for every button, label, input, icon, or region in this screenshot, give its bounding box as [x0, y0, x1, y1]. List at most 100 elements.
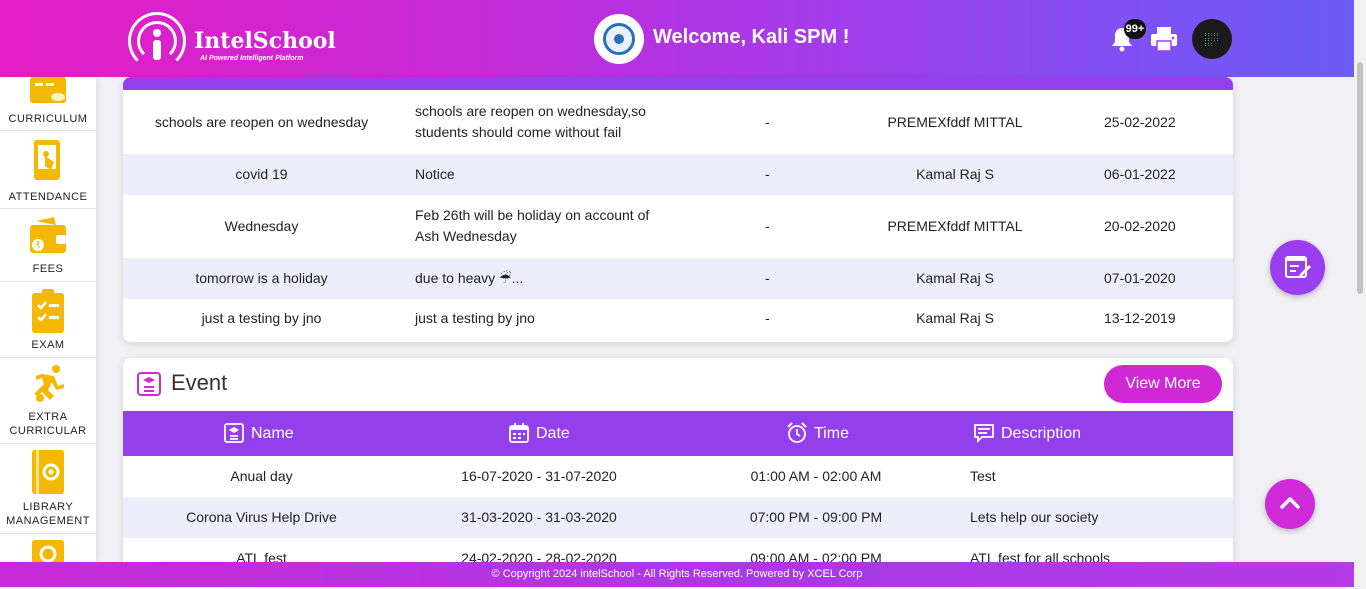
copyright-text: © Copyright 2024 intelSchool - All Right… — [491, 568, 863, 580]
event-section-title: Event — [171, 370, 228, 395]
curriculum-icon — [30, 77, 66, 103]
logo-stem — [153, 40, 161, 60]
event-description: Test — [970, 468, 996, 484]
notice-description-line1: Feb 26th will be holiday on account of — [415, 207, 650, 223]
notice-date: 07-01-2020 — [1104, 270, 1176, 286]
sidebar-label: ATTENDANCE — [8, 191, 88, 203]
notice-attachment: - — [765, 166, 770, 182]
notice-description-line1: schools are reopen on wednesday,so — [415, 103, 646, 119]
brand-tagline: AI Powered Intelligent Platform — [200, 55, 304, 62]
sidebar-item-exam[interactable]: EXAM — [0, 282, 96, 358]
notice-attachment: - — [765, 310, 770, 326]
column-header-time[interactable]: Time — [786, 411, 966, 456]
calendar-icon — [509, 423, 529, 443]
notice-date: 25-02-2022 — [1104, 114, 1176, 130]
exam-icon — [32, 289, 64, 333]
column-header-description[interactable]: Description — [973, 411, 1173, 456]
event-name: Corona Virus Help Drive — [186, 509, 337, 525]
column-label: Name — [251, 425, 294, 442]
sidebar-label: CURRICULUM — [8, 113, 88, 125]
notice-attachment: - — [765, 218, 770, 234]
table-row[interactable]: covid 19 Notice - Kamal Raj S 06-01-2022 — [123, 154, 1233, 195]
footer: © Copyright 2024 intelSchool - All Right… — [0, 562, 1354, 587]
message-icon — [974, 424, 994, 444]
notice-date: 20-02-2020 — [1104, 218, 1176, 234]
edit-note-button[interactable] — [1270, 240, 1325, 295]
notice-board-card: schools are reopen on wednesday schools … — [123, 77, 1233, 342]
attendance-icon — [34, 140, 60, 180]
notice-posted-by: PREMEXfddf MITTAL — [887, 114, 1023, 130]
sidebar: CURRICULUM ATTENDANCE ₹ FEES EXAM EXTRA … — [0, 77, 96, 562]
event-date: 16-07-2020 - 31-07-2020 — [461, 468, 617, 484]
event-card: Event View More Name Date Time Descripti… — [123, 358, 1233, 578]
table-row[interactable]: Wednesday Feb 26th will be holiday on ac… — [123, 195, 1233, 258]
column-label: Date — [536, 425, 570, 442]
column-header-date[interactable]: Date — [508, 411, 688, 456]
scroll-to-top-button[interactable] — [1265, 479, 1315, 529]
table-row[interactable]: tomorrow is a holiday due to heavy ☔... … — [123, 258, 1233, 299]
printer-icon[interactable] — [1149, 24, 1179, 54]
table-row[interactable]: schools are reopen on wednesday schools … — [123, 90, 1233, 154]
notice-description-line2: Ash Wednesday — [415, 228, 517, 244]
notice-posted-by: Kamal Raj S — [916, 166, 994, 182]
sidebar-item-library-management[interactable]: LIBRARY MANAGEMENT — [0, 444, 96, 534]
sidebar-label-line1: LIBRARY — [22, 501, 74, 513]
user-avatar[interactable]: ::::: :::::::: — [1192, 19, 1232, 59]
view-more-button[interactable]: View More — [1104, 365, 1222, 403]
table-row[interactable]: Anual day 16-07-2020 - 31-07-2020 01:00 … — [123, 456, 1233, 497]
notice-table-header — [123, 77, 1233, 90]
top-header: IntelSchool AI Powered Intelligent Platf… — [0, 0, 1354, 77]
edit-note-icon — [1285, 256, 1311, 278]
table-row[interactable]: Corona Virus Help Drive 31-03-2020 - 31-… — [123, 497, 1233, 538]
sidebar-label-line2: CURRICULAR — [9, 425, 87, 437]
sidebar-item-curriculum[interactable]: CURRICULUM — [0, 77, 96, 131]
notice-description-line1: Notice — [415, 166, 455, 182]
sidebar-item-extra-curricular[interactable]: EXTRA CURRICULAR — [0, 358, 96, 444]
sidebar-label: EXAM — [31, 339, 65, 351]
event-date: 31-03-2020 - 31-03-2020 — [461, 509, 617, 525]
page-scrollbar[interactable] — [1354, 0, 1366, 589]
welcome-message: Welcome, Kali SPM ! — [653, 26, 850, 48]
sidebar-label: FEES — [32, 263, 64, 275]
column-label: Description — [1001, 425, 1082, 442]
notice-title: just a testing by jno — [201, 310, 322, 326]
sidebar-item-attendance[interactable]: ATTENDANCE — [0, 132, 96, 209]
notice-title: covid 19 — [235, 166, 288, 182]
event-time: 01:00 AM - 02:00 AM — [750, 468, 882, 484]
chevron-up-icon — [1280, 497, 1300, 509]
notice-date: 06-01-2022 — [1104, 166, 1176, 182]
library-icon — [32, 450, 64, 494]
settings-icon — [32, 540, 64, 562]
name-column-icon — [224, 423, 244, 443]
column-header-name[interactable]: Name — [223, 411, 403, 456]
event-table-header: Name Date Time Description — [123, 411, 1233, 456]
notice-description-line1: due to heavy ☔... — [415, 270, 524, 286]
notification-count-badge[interactable]: 99+ — [1124, 19, 1146, 39]
notice-posted-by: PREMEXfddf MITTAL — [887, 218, 1023, 234]
notice-title: schools are reopen on wednesday — [154, 114, 369, 130]
notice-attachment: - — [765, 114, 770, 130]
scrollbar-thumb[interactable] — [1357, 62, 1363, 294]
notice-posted-by: Kamal Raj S — [916, 310, 994, 326]
sidebar-label-line1: EXTRA — [28, 411, 68, 423]
table-row[interactable]: just a testing by jno just a testing by … — [123, 299, 1233, 342]
notice-title: Wednesday — [224, 218, 299, 234]
notice-posted-by: Kamal Raj S — [916, 270, 994, 286]
column-label: Time — [814, 425, 849, 442]
brand-logo[interactable]: IntelSchool AI Powered Intelligent Platf… — [128, 12, 336, 70]
notice-description-line1: just a testing by jno — [415, 310, 535, 326]
event-description: Lets help our society — [970, 509, 1099, 525]
extra-curricular-icon — [34, 365, 64, 402]
notice-date: 13-12-2019 — [1104, 310, 1176, 326]
notice-title: tomorrow is a holiday — [195, 270, 328, 286]
school-seal-icon — [594, 14, 644, 64]
notice-attachment: - — [765, 270, 770, 286]
event-time: 07:00 PM - 09:00 PM — [749, 509, 883, 525]
event-name: Anual day — [230, 468, 293, 484]
sidebar-label-line2: MANAGEMENT — [6, 515, 90, 527]
event-icon — [137, 372, 161, 396]
svg-text:₹: ₹ — [35, 241, 41, 251]
logo-dot — [153, 29, 161, 37]
sidebar-item-settings[interactable] — [0, 534, 96, 562]
sidebar-item-fees[interactable]: ₹ FEES — [0, 209, 96, 282]
